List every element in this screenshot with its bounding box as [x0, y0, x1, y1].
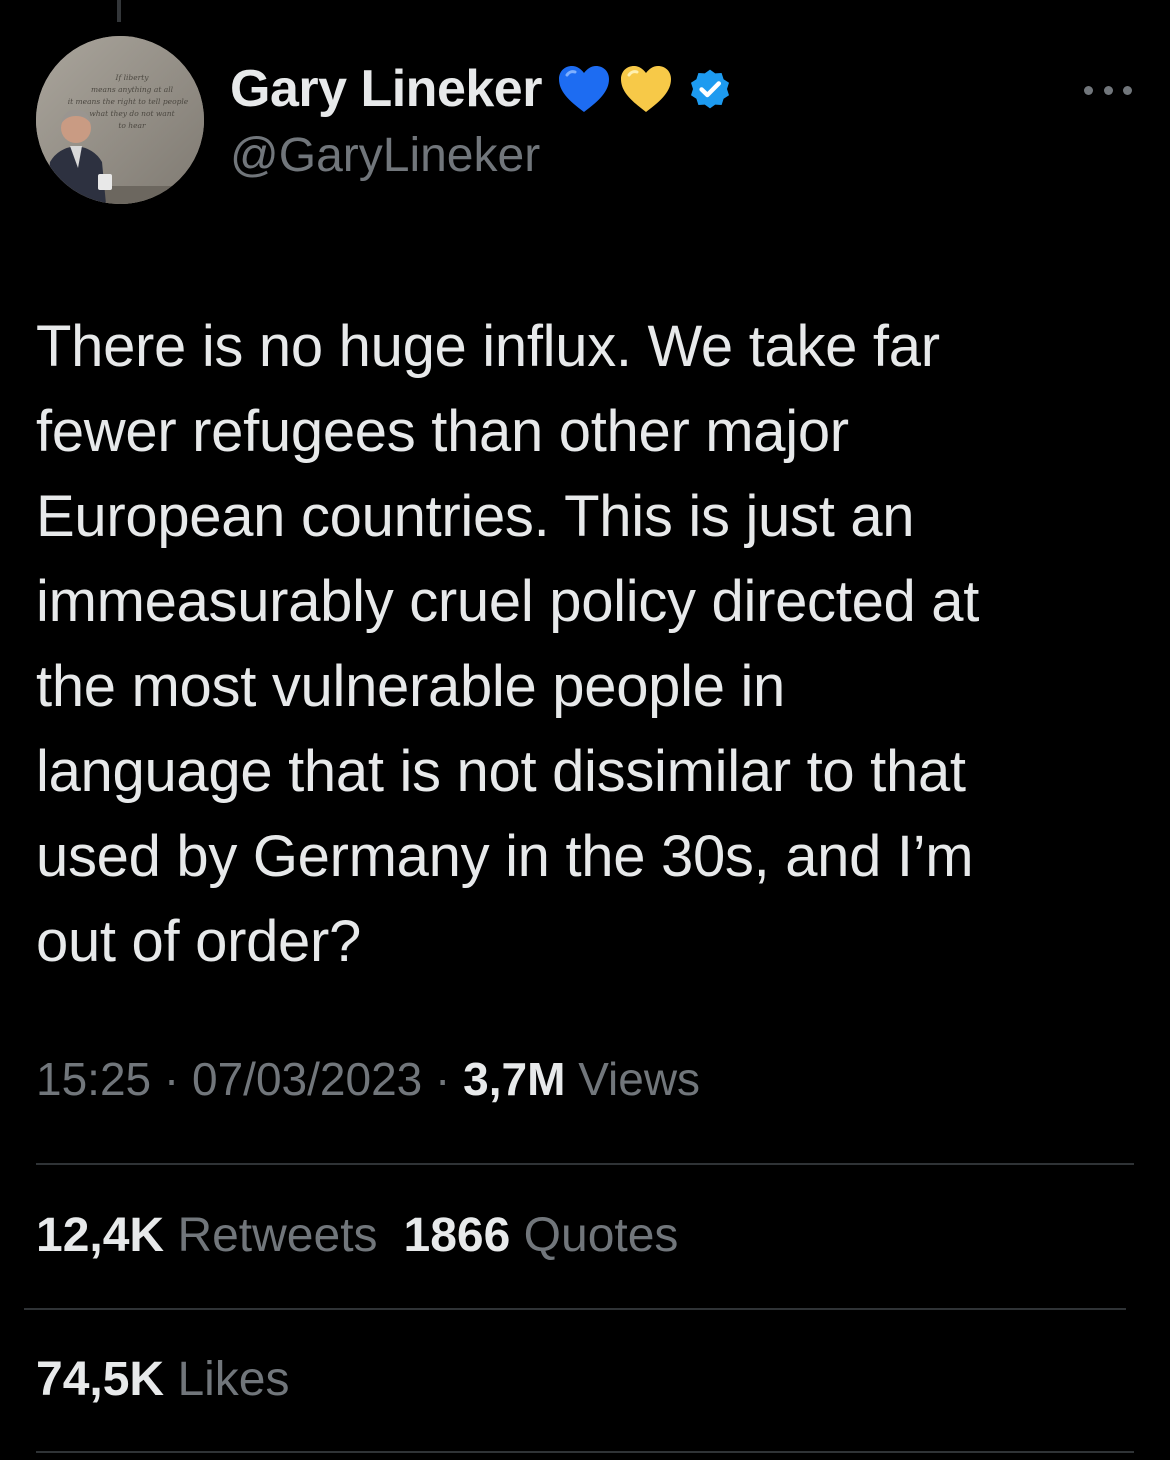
likes-stat[interactable]: 74,5K Likes — [36, 1353, 290, 1406]
avatar-photo: If liberty means anything at all it mean… — [36, 36, 204, 204]
thread-connector-line — [117, 0, 121, 22]
divider — [36, 1163, 1134, 1165]
stats-row-likes: 74,5K Likes — [36, 1352, 290, 1407]
user-handle[interactable]: @GaryLineker — [230, 128, 540, 183]
yellow-heart-icon — [620, 66, 671, 112]
more-dot — [1084, 85, 1093, 95]
views-count[interactable]: 3,7M — [463, 1053, 565, 1105]
stats-row-retweets-quotes: 12,4K Retweets 1866 Quotes — [36, 1208, 678, 1263]
more-options-icon[interactable] — [1084, 80, 1132, 100]
verified-badge-icon[interactable] — [686, 65, 734, 113]
display-name[interactable]: Gary Lineker — [230, 59, 542, 119]
avatar-sign-line-5: to hear — [118, 121, 146, 130]
quotes-count: 1866 — [403, 1209, 511, 1262]
retweets-label: Retweets — [177, 1209, 378, 1262]
avatar-sign-line-3: it means the right to tell people — [68, 97, 189, 106]
blue-heart-icon — [558, 66, 609, 112]
likes-count: 74,5K — [36, 1353, 165, 1406]
views-label[interactable]: Views — [578, 1053, 700, 1105]
retweets-count: 12,4K — [36, 1209, 165, 1262]
quotes-label: Quotes — [523, 1209, 679, 1262]
more-dot — [1123, 85, 1132, 95]
divider — [36, 1451, 1134, 1453]
tweet-header: If liberty means anything at all it mean… — [36, 36, 1136, 206]
likes-label: Likes — [177, 1353, 290, 1406]
avatar-sign-line-4: what they do not want — [89, 109, 175, 118]
tweet-text: There is no huge influx. We take far few… — [36, 314, 980, 974]
name-row: Gary Lineker — [230, 56, 734, 122]
retweets-stat[interactable]: 12,4K Retweets — [36, 1209, 378, 1262]
avatar-sign-line-1: If liberty — [115, 73, 150, 82]
tweet-time[interactable]: 15:25 — [36, 1053, 151, 1105]
more-dot — [1103, 85, 1113, 95]
tweet-date[interactable]: 07/03/2023 — [192, 1053, 422, 1105]
tweet-meta: 15:25 · 07/03/2023 · 3,7M Views — [36, 1052, 700, 1106]
quotes-stat[interactable]: 1866 Quotes — [404, 1209, 679, 1262]
meta-separator: · — [422, 1053, 464, 1105]
avatar[interactable]: If liberty means anything at all it mean… — [36, 36, 204, 204]
meta-separator: · — [151, 1053, 193, 1105]
avatar-sign-line-2: means anything at all — [91, 85, 174, 94]
divider — [24, 1308, 1126, 1310]
